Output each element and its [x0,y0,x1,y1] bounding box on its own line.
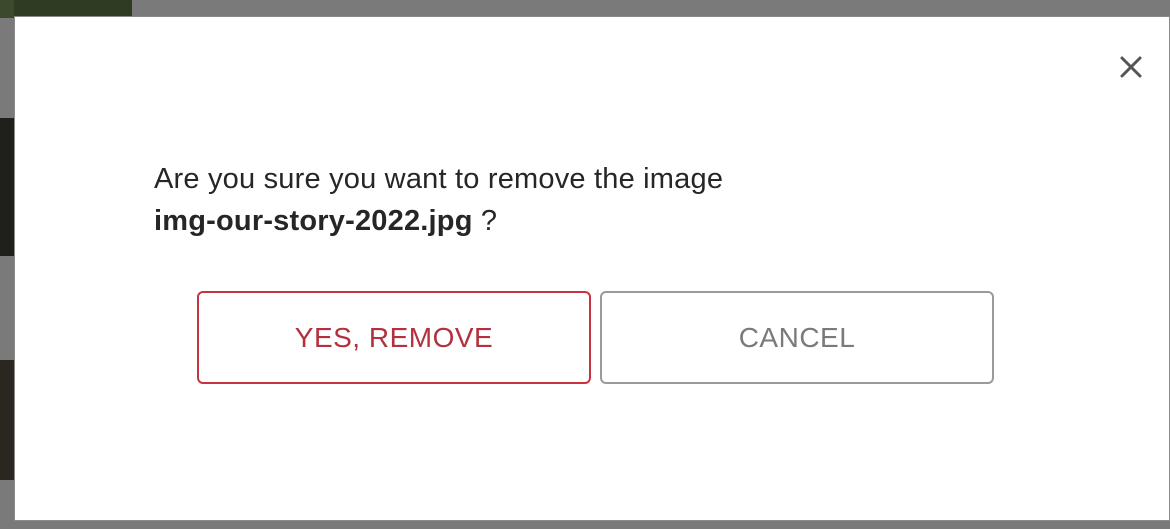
cancel-button[interactable]: CANCEL [600,291,994,384]
yes-remove-button[interactable]: YES, REMOVE [197,291,591,384]
confirmation-text: Are you sure you want to remove the imag… [154,163,724,195]
question-mark: ? [472,205,498,237]
background-image [0,360,14,480]
cancel-label: CANCEL [738,321,856,353]
close-button[interactable] [1113,49,1149,85]
close-icon [1119,55,1143,79]
filename-line: img-our-story-2022.jpg ? [154,200,1054,242]
background-image [0,0,14,18]
confirmation-message: Are you sure you want to remove the imag… [154,158,1054,242]
background-image [0,118,14,256]
yes-remove-label: YES, REMOVE [294,321,494,353]
remove-image-dialog: Are you sure you want to remove the imag… [14,16,1170,521]
image-filename: img-our-story-2022.jpg [154,205,473,237]
